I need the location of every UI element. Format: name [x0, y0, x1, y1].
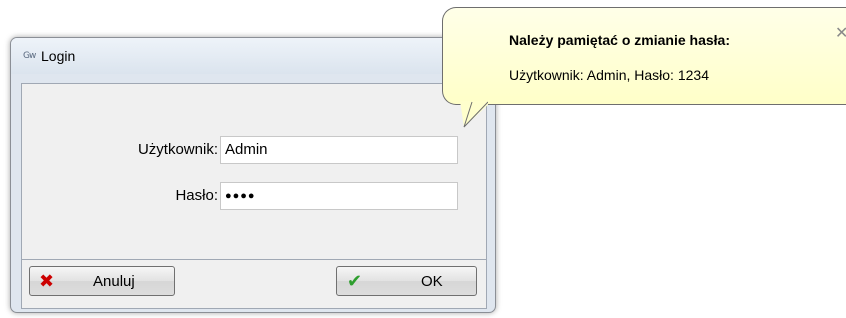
cancel-icon: ✖ [39, 271, 55, 291]
balloon-tail [460, 101, 488, 128]
button-bar: ✖ Anuluj ✔ OK [21, 260, 487, 309]
balloon-body: Należy pamiętać o zmianie hasła: Użytkow… [442, 7, 846, 105]
close-icon[interactable]: ✕ [835, 26, 846, 42]
window-title: Login [41, 48, 76, 64]
hint-balloon: Należy pamiętać o zmianie hasła: Użytkow… [436, 0, 846, 130]
login-dialog: Gw Login Użytkownik: Admin Hasło: ●●●● ✖… [10, 37, 496, 313]
cancel-button[interactable]: ✖ Anuluj [29, 266, 175, 296]
user-label: Użytkownik: [137, 141, 218, 158]
title-bar[interactable]: Gw Login [11, 38, 495, 74]
user-field[interactable]: Admin [220, 136, 458, 164]
password-label: Hasło: [175, 187, 218, 204]
cancel-button-label: Anuluj [93, 273, 135, 290]
balloon-text: Użytkownik: Admin, Hasło: 1234 [509, 67, 709, 83]
ok-icon: ✔ [347, 271, 363, 291]
ok-button[interactable]: ✔ OK [336, 266, 477, 296]
app-icon: Gw [23, 51, 36, 61]
balloon-title: Należy pamiętać o zmianie hasła: [509, 32, 730, 48]
password-field[interactable]: ●●●● [220, 182, 458, 210]
form-panel: Użytkownik: Admin Hasło: ●●●● [21, 83, 487, 260]
ok-button-label: OK [421, 273, 443, 290]
